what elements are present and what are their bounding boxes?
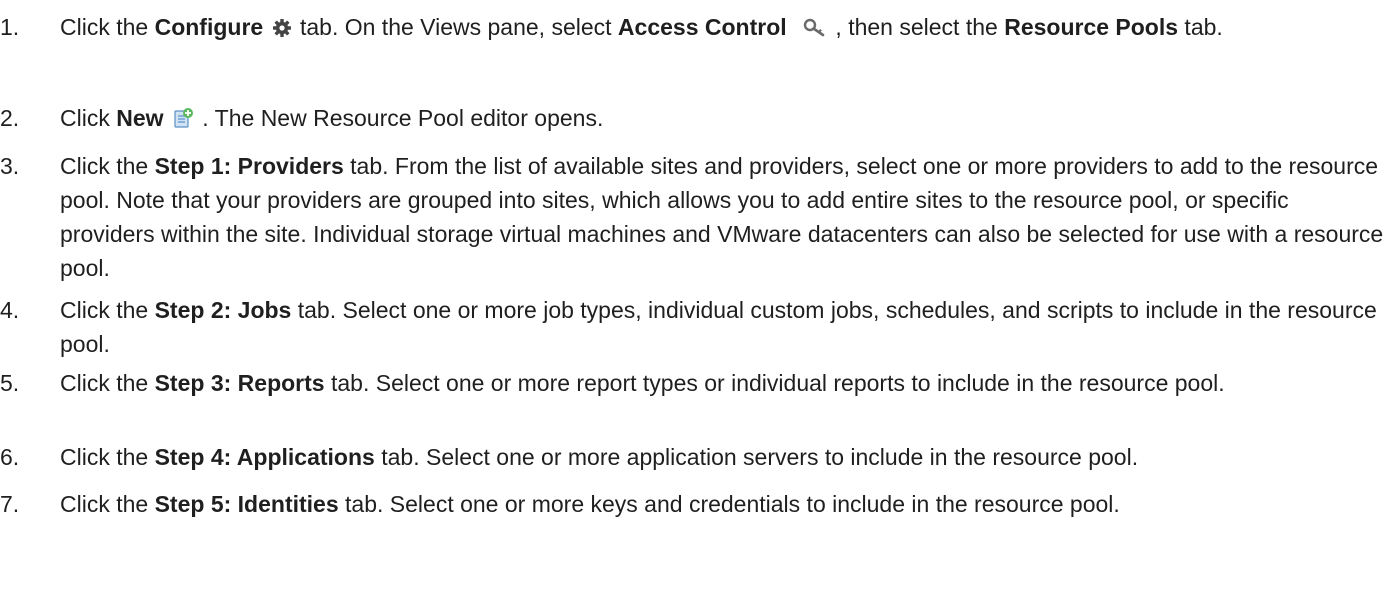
new-document-icon: [172, 104, 194, 138]
resource-label-a: Resource Pools: [1004, 14, 1179, 40]
step-text: Click the Step 1: Providers tab. From th…: [60, 153, 1384, 281]
step-number: 3.: [0, 153, 20, 179]
step-number: 2.: [0, 105, 20, 131]
step-number: 5.: [0, 370, 20, 396]
step-1-providers-label: Step 1: Providers: [154, 153, 344, 179]
step-text: Click the Step 5: Identities tab. Select…: [60, 491, 1120, 517]
key-icon: [803, 13, 827, 47]
step-number: 1.: [0, 14, 20, 40]
step-number: 7.: [0, 491, 20, 517]
new-label: New: [116, 105, 164, 131]
instruction-list: 1. Click the Configure tab. On the Views…: [0, 0, 1396, 605]
access-control-label: Access Control: [617, 14, 787, 40]
step-5-identities-label: Step 5: Identities: [154, 491, 339, 517]
configure-label: Configure: [154, 14, 264, 40]
gear-icon: [272, 13, 292, 47]
step-number: 4.: [0, 297, 20, 323]
step-text: Click the Step 2: Jobs tab. Select one o…: [60, 297, 1377, 357]
step-text: Click the Step 3: Reports tab. Select on…: [60, 370, 1225, 396]
step-2-jobs-label: Step 2: Jobs: [154, 297, 292, 323]
step-text: Click the Step 4: Applications tab. Sele…: [60, 444, 1139, 470]
step-3-reports-label: Step 3: Reports: [154, 370, 325, 396]
step-text: Click the Configure tab. On the Views pa…: [60, 10, 1386, 47]
step-text: Click New . The New Resource Pool editor…: [60, 101, 1386, 138]
step-number: 6.: [0, 444, 20, 470]
step-4-applications-label: Step 4: Applications: [154, 444, 375, 470]
